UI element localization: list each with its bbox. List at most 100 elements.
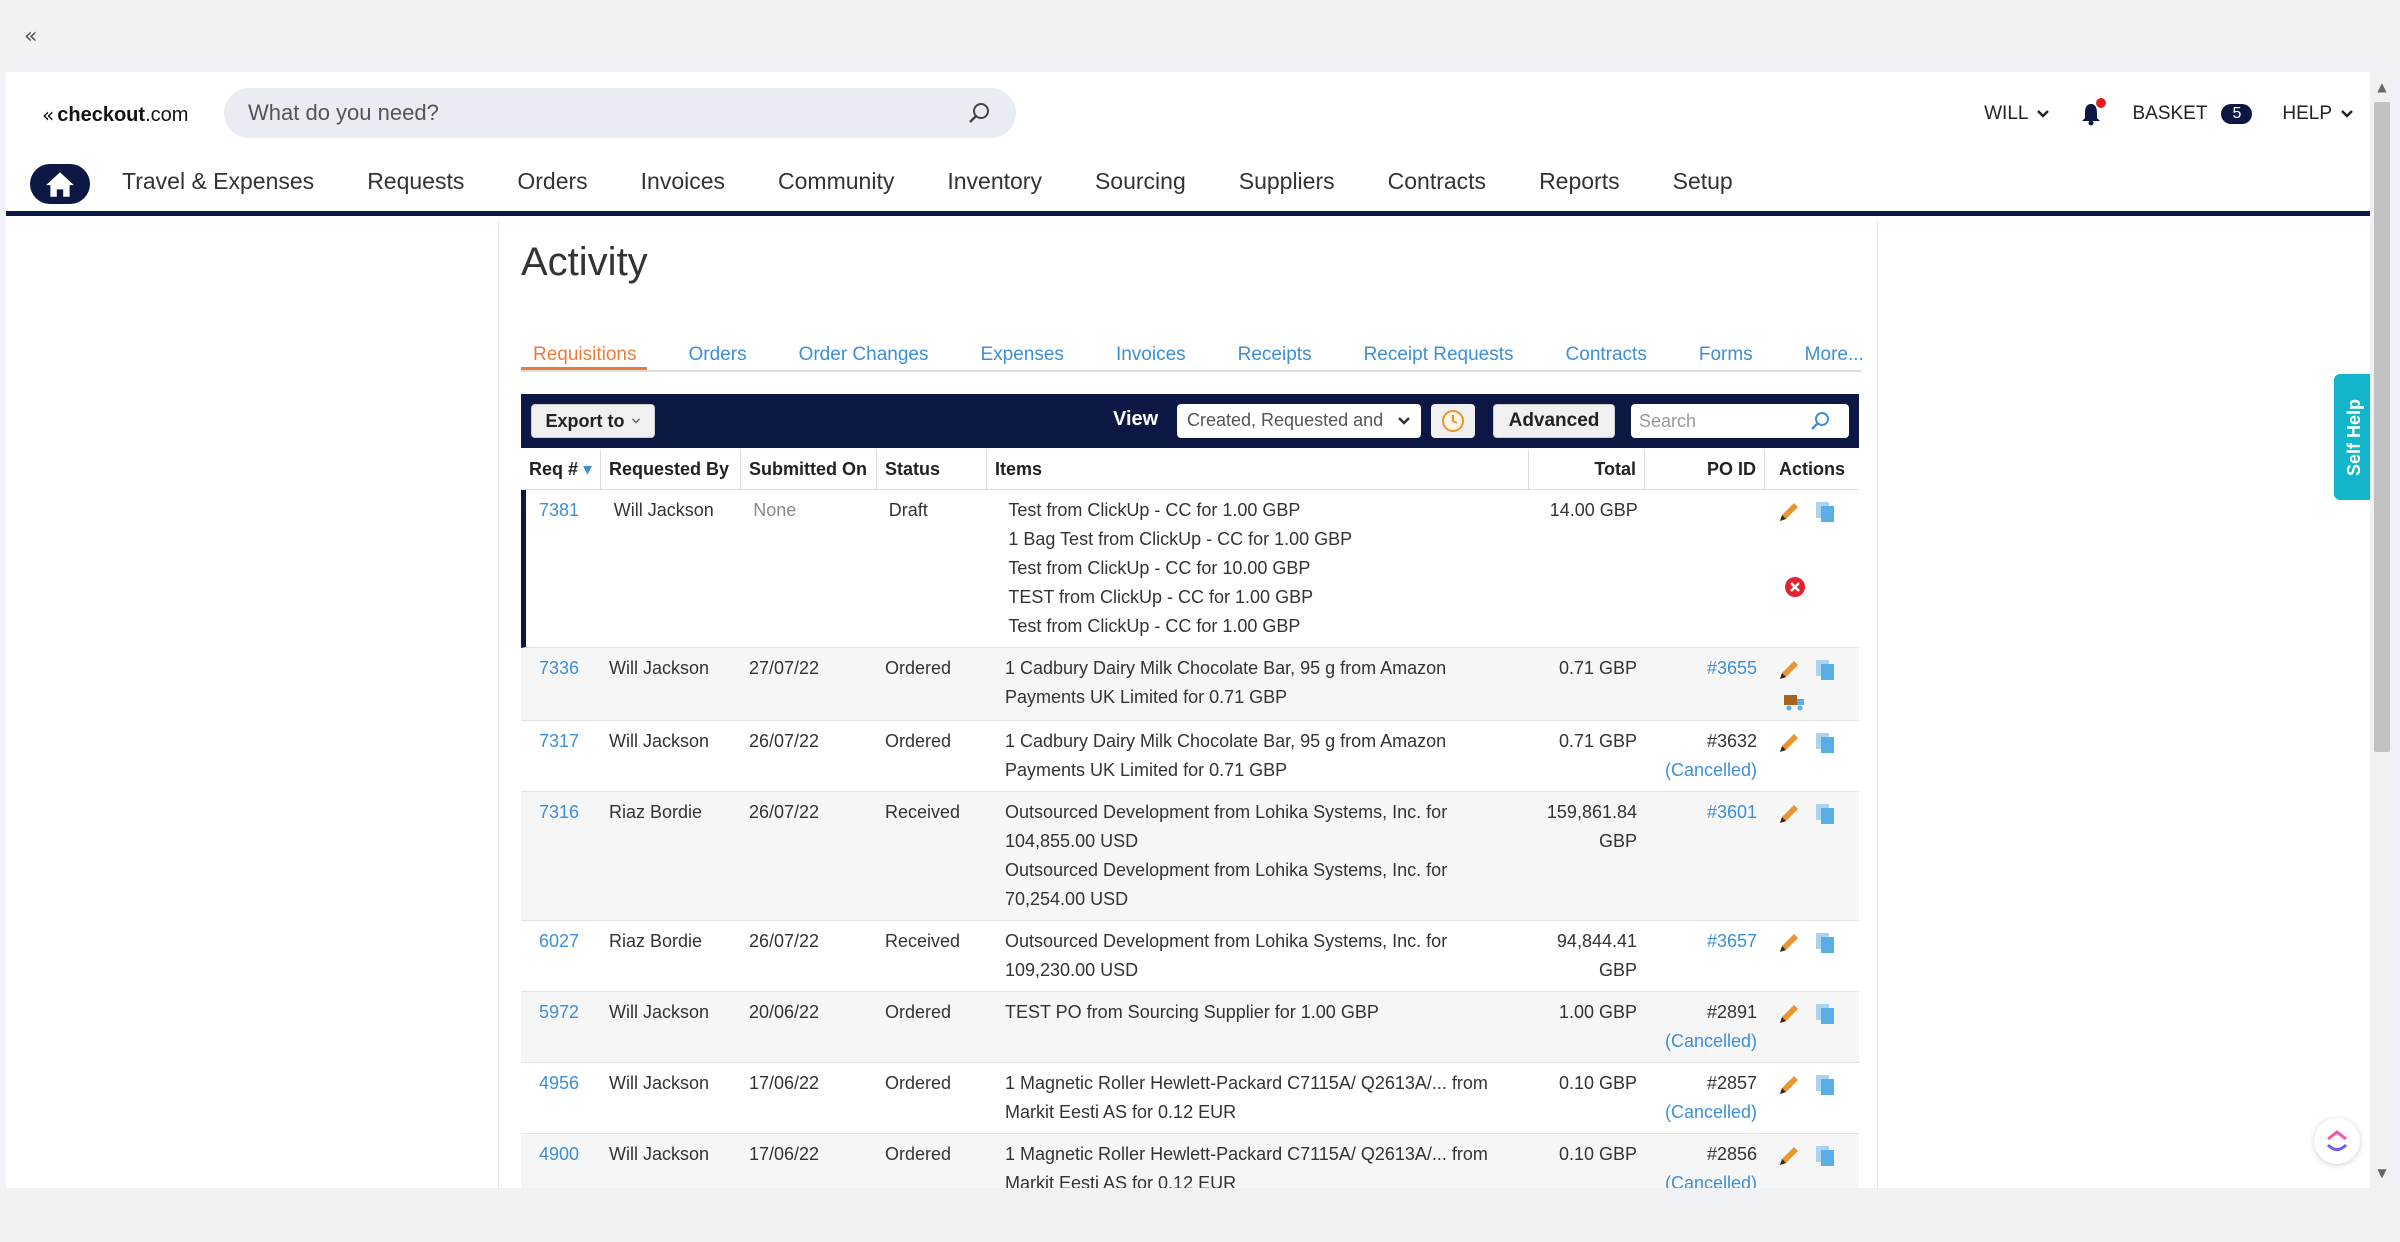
po-id-cell: #2856 (Cancelled) bbox=[1645, 1134, 1765, 1188]
nav-item-inventory[interactable]: Inventory bbox=[947, 168, 1042, 195]
tab-orders[interactable]: Orders bbox=[679, 344, 757, 370]
column-header-po-id[interactable]: PO ID bbox=[1645, 450, 1765, 489]
copy-icon[interactable] bbox=[1813, 1144, 1837, 1168]
po-id-link[interactable]: #3655 bbox=[1653, 654, 1757, 683]
advanced-search-button[interactable]: Advanced bbox=[1493, 404, 1615, 438]
req-number-link[interactable]: 4956 bbox=[521, 1063, 601, 1133]
vertical-scrollbar[interactable]: ▲ ▼ bbox=[2370, 72, 2394, 1188]
req-number-link[interactable]: 4900 bbox=[521, 1134, 601, 1188]
edit-pencil-icon[interactable] bbox=[1777, 1073, 1801, 1097]
scroll-up-arrow-icon[interactable]: ▲ bbox=[2370, 76, 2394, 98]
tab-requisitions[interactable]: Requisitions bbox=[521, 344, 647, 370]
clickup-launcher-button[interactable] bbox=[2314, 1118, 2360, 1164]
copy-icon[interactable] bbox=[1813, 731, 1837, 755]
req-number-link[interactable]: 7317 bbox=[521, 721, 601, 791]
edit-pencil-icon[interactable] bbox=[1777, 658, 1801, 682]
checkout-logo[interactable]: « checkout .com bbox=[42, 100, 188, 130]
collapse-back-icon[interactable]: « bbox=[24, 24, 37, 49]
tab-receipts[interactable]: Receipts bbox=[1228, 344, 1322, 370]
copy-icon[interactable] bbox=[1813, 1002, 1837, 1026]
search-icon[interactable] bbox=[966, 100, 992, 126]
nav-item-reports[interactable]: Reports bbox=[1539, 168, 1620, 195]
edit-pencil-icon[interactable] bbox=[1777, 931, 1801, 955]
grid-search bbox=[1631, 404, 1849, 438]
nav-item-requests[interactable]: Requests bbox=[367, 168, 464, 195]
po-id-link[interactable]: #3601 bbox=[1653, 798, 1757, 827]
nav-item-contracts[interactable]: Contracts bbox=[1388, 168, 1486, 195]
req-number-link[interactable]: 7381 bbox=[526, 490, 606, 647]
column-header-items[interactable]: Items bbox=[987, 450, 1529, 489]
po-id-cell: #2891 (Cancelled) bbox=[1645, 992, 1765, 1062]
self-help-tab[interactable]: Self Help bbox=[2334, 374, 2370, 500]
table-row[interactable]: 5972 Will Jackson 20/06/22 Ordered TEST PO f… bbox=[521, 992, 1859, 1063]
edit-pencil-icon[interactable] bbox=[1777, 1002, 1801, 1026]
basket-button[interactable]: BASKET 5 bbox=[2132, 103, 2253, 125]
delete-icon[interactable] bbox=[1783, 575, 1807, 599]
tab-contracts[interactable]: Contracts bbox=[1556, 344, 1657, 370]
requested-by-cell: Riaz Bordie bbox=[609, 931, 703, 951]
edit-pencil-icon[interactable] bbox=[1777, 1144, 1801, 1168]
column-header-submitted-on[interactable]: Submitted On bbox=[741, 450, 877, 489]
req-number-link[interactable]: 5972 bbox=[521, 992, 601, 1062]
copy-icon[interactable] bbox=[1813, 500, 1837, 524]
total-cell: 0.10 GBP bbox=[1558, 1144, 1637, 1164]
item-line: Test from ClickUp - CC for 1.00 GBP bbox=[1008, 500, 1301, 520]
tab-receipt-requests[interactable]: Receipt Requests bbox=[1354, 344, 1524, 370]
items-cell: Test from ClickUp - CC for 1.00 GBP 1 Bag… bbox=[990, 490, 1530, 647]
table-row[interactable]: 6027 Riaz Bordie 26/07/22 Received Outsource… bbox=[521, 921, 1859, 992]
nav-item-community[interactable]: Community bbox=[778, 168, 894, 195]
edit-pencil-icon[interactable] bbox=[1777, 802, 1801, 826]
chevron-down-icon bbox=[631, 418, 640, 424]
po-id-link[interactable]: #3657 bbox=[1653, 927, 1757, 956]
scrollbar-thumb[interactable] bbox=[2374, 102, 2390, 752]
column-header-status[interactable]: Status bbox=[877, 450, 987, 489]
tab-forms[interactable]: Forms bbox=[1689, 344, 1763, 370]
nav-item-travel-expenses[interactable]: Travel & Expenses bbox=[122, 168, 314, 195]
table-row[interactable]: 7336 Will Jackson 27/07/22 Ordered 1 Cadbury… bbox=[521, 648, 1859, 721]
export-to-button[interactable]: Export to bbox=[531, 404, 655, 438]
grid-search-input[interactable] bbox=[1639, 410, 1809, 432]
total-cell: 1.00 GBP bbox=[1558, 1002, 1637, 1022]
table-row[interactable]: 7381 Will Jackson None Draft Test from Click… bbox=[521, 490, 1859, 648]
history-button[interactable] bbox=[1431, 404, 1475, 438]
table-row[interactable]: 4956 Will Jackson 17/06/22 Ordered 1 Magneti… bbox=[521, 1063, 1859, 1134]
copy-icon[interactable] bbox=[1813, 658, 1837, 682]
req-number-link[interactable]: 7336 bbox=[521, 648, 601, 720]
nav-item-invoices[interactable]: Invoices bbox=[641, 168, 725, 195]
home-button[interactable] bbox=[30, 164, 90, 204]
scroll-down-arrow-icon[interactable]: ▼ bbox=[2370, 1162, 2394, 1184]
table-row[interactable]: 7317 Will Jackson 26/07/22 Ordered 1 Cadbury… bbox=[521, 721, 1859, 792]
copy-icon[interactable] bbox=[1813, 1073, 1837, 1097]
tab-expenses[interactable]: Expenses bbox=[970, 344, 1073, 370]
tab-more[interactable]: More... bbox=[1795, 344, 1874, 370]
tab-invoices[interactable]: Invoices bbox=[1106, 344, 1196, 370]
submitted-on-cell: 26/07/22 bbox=[749, 802, 820, 822]
nav-item-sourcing[interactable]: Sourcing bbox=[1095, 168, 1186, 195]
requested-by-cell: Will Jackson bbox=[609, 1002, 710, 1022]
submitted-on-cell: 27/07/22 bbox=[749, 658, 820, 678]
nav-item-suppliers[interactable]: Suppliers bbox=[1239, 168, 1335, 195]
column-header-total[interactable]: Total bbox=[1529, 450, 1645, 489]
nav-item-setup[interactable]: Setup bbox=[1673, 168, 1733, 195]
req-number-link[interactable]: 7316 bbox=[521, 792, 601, 920]
help-menu[interactable]: HELP bbox=[2282, 103, 2354, 125]
edit-pencil-icon[interactable] bbox=[1777, 731, 1801, 755]
global-search-input[interactable] bbox=[248, 100, 966, 126]
view-select[interactable]: Created, Requested and bbox=[1177, 404, 1421, 438]
column-header-requested-by[interactable]: Requested By bbox=[601, 450, 741, 489]
column-header-req[interactable]: Req # ▾ bbox=[521, 450, 601, 489]
tab-order-changes[interactable]: Order Changes bbox=[789, 344, 939, 370]
copy-icon[interactable] bbox=[1813, 802, 1837, 826]
table-row[interactable]: 4900 Will Jackson 17/06/22 Ordered 1 Magneti… bbox=[521, 1134, 1859, 1188]
edit-pencil-icon[interactable] bbox=[1777, 500, 1801, 524]
req-number-link[interactable]: 6027 bbox=[521, 921, 601, 991]
table-row[interactable]: 7316 Riaz Bordie 26/07/22 Received Outsource… bbox=[521, 792, 1859, 921]
notifications-button[interactable] bbox=[2080, 98, 2107, 126]
sort-indicator-icon: ▾ bbox=[583, 459, 593, 479]
copy-icon[interactable] bbox=[1813, 931, 1837, 955]
main-nav: Travel & Expenses Requests Orders Invoices C… bbox=[6, 156, 2370, 216]
search-icon[interactable] bbox=[1809, 410, 1831, 432]
receive-truck-icon[interactable] bbox=[1783, 690, 1807, 714]
nav-item-orders[interactable]: Orders bbox=[517, 168, 587, 195]
user-menu[interactable]: WILL bbox=[1984, 103, 2050, 125]
